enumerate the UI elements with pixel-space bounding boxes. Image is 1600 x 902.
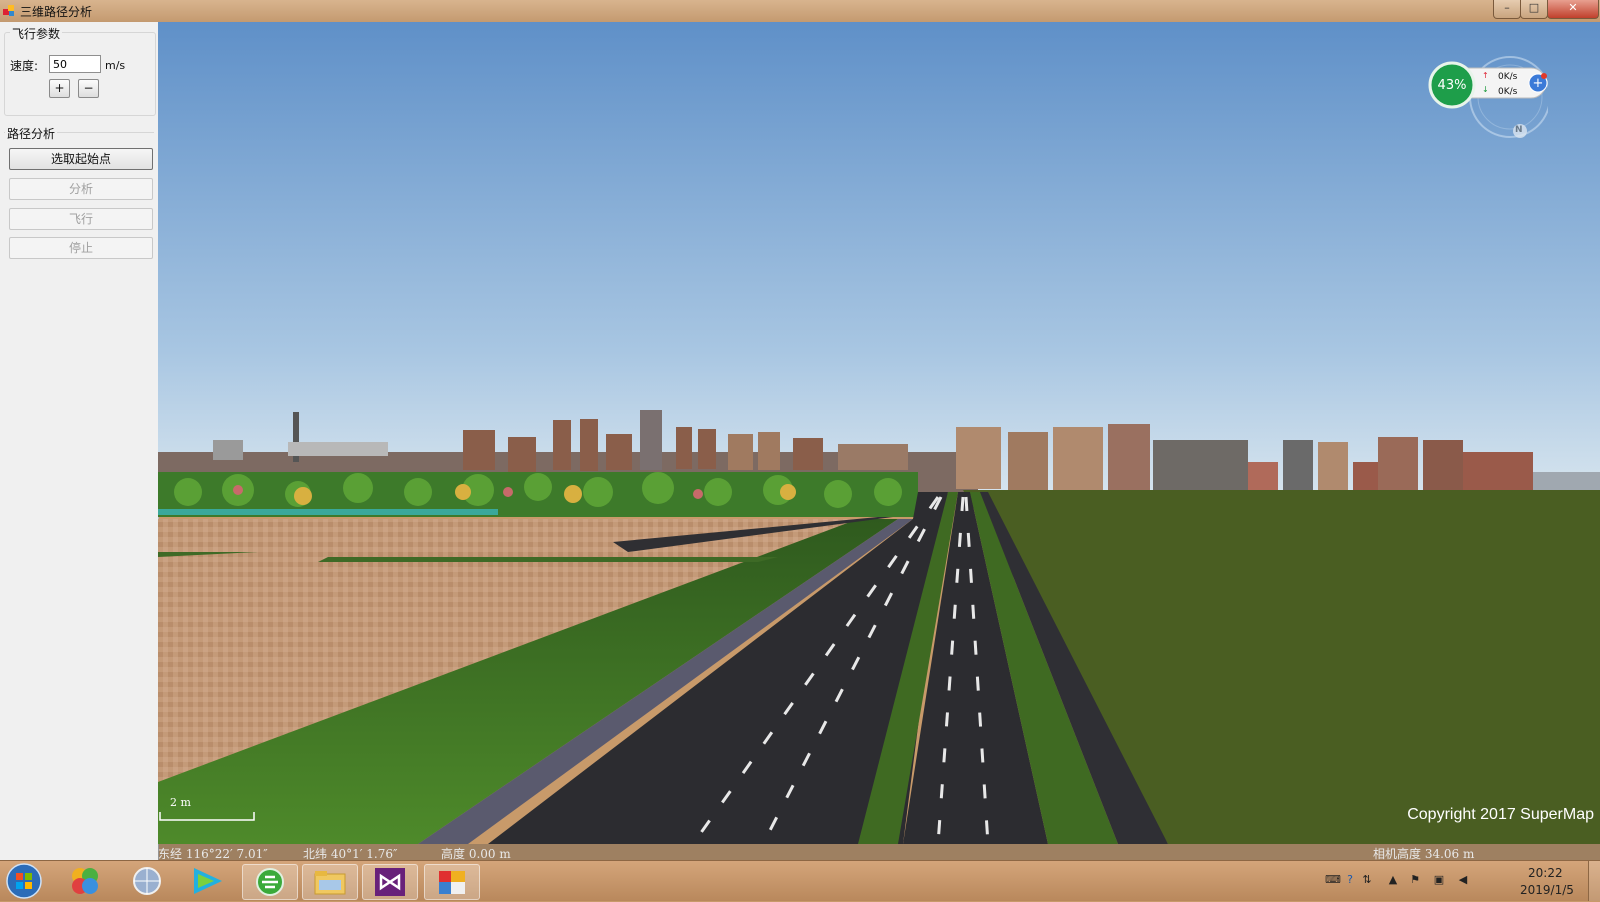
- keyboard-icon[interactable]: ⌨: [1325, 873, 1341, 887]
- speed-input[interactable]: [49, 55, 101, 73]
- visual-studio-icon: [375, 868, 405, 896]
- show-hidden-icons-icon[interactable]: ▲: [1386, 873, 1400, 887]
- taskbar-app-visualstudio[interactable]: [362, 864, 418, 900]
- title-bar: 三维路径分析 – □ ✕: [0, 0, 1600, 23]
- coordinate-status-bar: 东经 116°22′ 7.01″ 北纬 40°1′ 1.76″ 高度 0.00 …: [158, 844, 1600, 860]
- network-monitor-widget[interactable]: + ↑ ↓ 43% 0K/s 0K/s N: [1428, 54, 1551, 140]
- show-desktop-button[interactable]: [1588, 861, 1600, 901]
- path-analysis-group: 路径分析 选取起始点 分析 飞行 停止: [4, 125, 154, 271]
- sky: [158, 22, 1600, 492]
- download-speed: 0K/s: [1498, 87, 1518, 97]
- close-button[interactable]: ✕: [1547, 0, 1599, 19]
- control-panel: 飞行参数 速度: m/s + − 路径分析 选取起始点 分析 飞行 停止: [0, 22, 159, 860]
- longitude-readout: 东经 116°22′ 7.01″: [158, 847, 268, 860]
- 3d-scene[interactable]: [158, 22, 1600, 860]
- camera-altitude-readout: 相机高度 34.06 m: [1373, 847, 1475, 860]
- speed-increase-button[interactable]: +: [49, 79, 70, 98]
- tree-line: [158, 472, 918, 517]
- network-arrows-icon[interactable]: ⇅: [1360, 873, 1374, 887]
- supermap-app-icon: [439, 871, 465, 894]
- speed-label: 速度:: [10, 59, 39, 73]
- pinwheel-icon: [72, 868, 98, 894]
- speed-decrease-button[interactable]: −: [78, 79, 99, 98]
- fly-button[interactable]: 飞行: [9, 208, 153, 230]
- svg-text:↓: ↓: [1482, 85, 1489, 94]
- taskbar: ⌨ ? ⇅ ▲ ⚑ ▣ ◀ 20:22 2019/1/5: [0, 860, 1600, 901]
- taskbar-app-pinwheel[interactable]: [58, 864, 112, 898]
- taskbar-app-ie[interactable]: [242, 864, 298, 900]
- action-center-flag-icon[interactable]: ⚑: [1408, 873, 1422, 887]
- upload-speed: 0K/s: [1498, 72, 1518, 82]
- svg-text:+: +: [1533, 76, 1544, 91]
- copyright-text: Copyright 2017 SuperMap: [1407, 806, 1594, 823]
- windows-logo-icon: [6, 863, 42, 899]
- maximize-button[interactable]: □: [1520, 0, 1548, 19]
- help-icon[interactable]: ?: [1343, 873, 1357, 887]
- clock-date[interactable]: 2019/1/5: [1520, 883, 1574, 897]
- play-icon: [194, 868, 222, 894]
- clock-time[interactable]: 20:22: [1528, 866, 1563, 880]
- stop-button[interactable]: 停止: [9, 237, 153, 259]
- flight-params-title: 飞行参数: [10, 25, 63, 42]
- latitude-readout: 北纬 40°1′ 1.76″: [303, 847, 398, 860]
- network-icon[interactable]: ▣: [1432, 873, 1446, 887]
- window-title: 三维路径分析: [20, 5, 93, 19]
- altitude-readout: 高度 0.00 m: [441, 847, 511, 860]
- start-button[interactable]: [6, 863, 42, 899]
- select-start-point-button[interactable]: 选取起始点: [9, 148, 153, 170]
- scene-viewport[interactable]: 2 m Copyright 2017 SuperMap 东经 116°22′ 7…: [158, 22, 1600, 860]
- minimize-button[interactable]: –: [1493, 0, 1521, 19]
- net-percent: 43%: [1437, 78, 1467, 93]
- app-icon: [3, 5, 14, 16]
- taskbar-app-player[interactable]: [180, 864, 234, 898]
- scale-label: 2 m: [170, 796, 191, 809]
- flight-params-group: 飞行参数 速度: m/s + −: [4, 25, 156, 116]
- analyze-button[interactable]: 分析: [9, 178, 153, 200]
- folder-icon: [314, 871, 346, 895]
- speed-unit: m/s: [105, 59, 126, 72]
- svg-text:↑: ↑: [1482, 71, 1489, 80]
- taskbar-app-globe[interactable]: [120, 864, 174, 898]
- volume-icon[interactable]: ◀: [1456, 873, 1470, 887]
- compass-north-icon: N: [1515, 125, 1523, 135]
- taskbar-app-explorer[interactable]: [302, 864, 358, 900]
- path-analysis-title: 路径分析: [5, 125, 58, 142]
- globe-icon: [133, 867, 161, 895]
- browser-icon: [256, 868, 284, 896]
- taskbar-app-supermap[interactable]: [424, 864, 480, 900]
